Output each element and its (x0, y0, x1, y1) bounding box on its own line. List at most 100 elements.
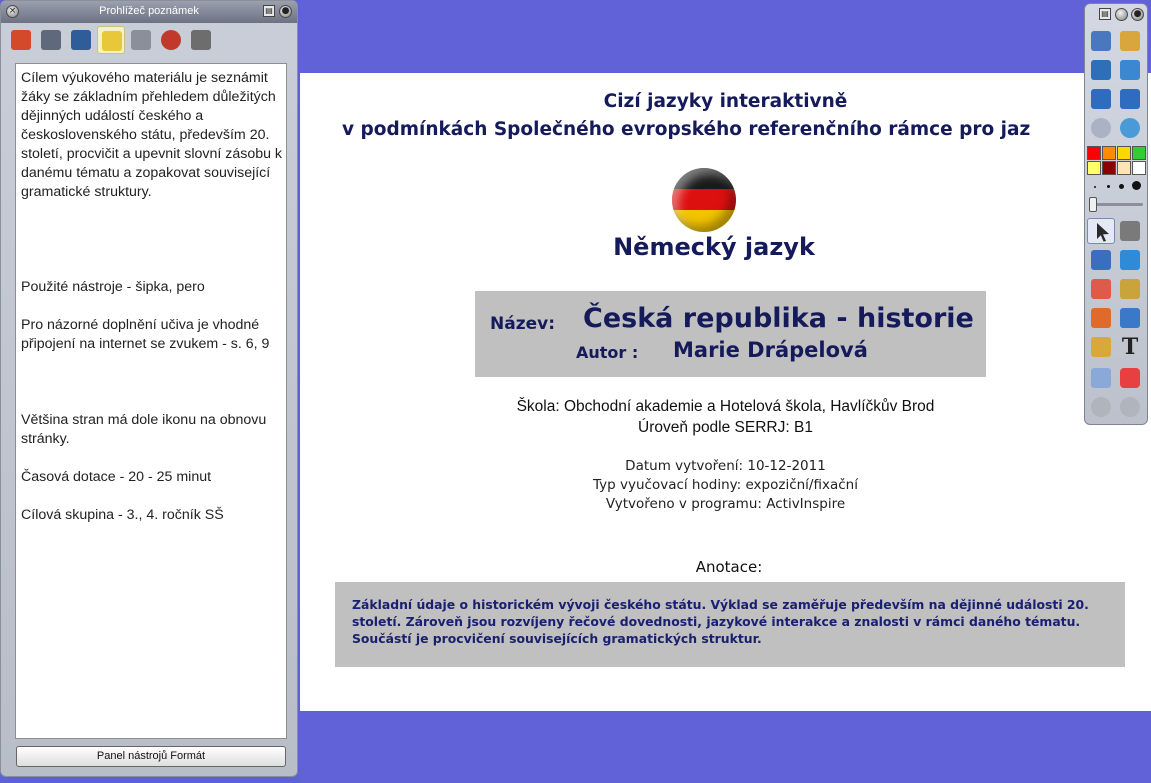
slide-title-line2: v podmínkách Společného evropského refer… (342, 119, 1031, 140)
reset-page-icon (1120, 368, 1140, 388)
fill-tool-button[interactable] (1116, 276, 1144, 302)
color-swatch-green[interactable] (1132, 146, 1146, 160)
connector-tool-button[interactable] (1116, 305, 1144, 331)
shape-icon (1091, 308, 1111, 328)
width-dot-2[interactable] (1107, 185, 1110, 188)
width-slider[interactable] (1089, 203, 1143, 206)
annotation-line1: Základní údaje o historickém vývoji česk… (352, 597, 1089, 612)
language-heading: Německý jazyk (613, 233, 815, 261)
name-label: Název: (490, 314, 556, 334)
select-tool-button[interactable] (1087, 218, 1115, 244)
color-swatch-peach[interactable] (1117, 161, 1131, 175)
slide-title-line1: Cizí jazyky interaktivně (603, 91, 848, 112)
author-value: Marie Drápelová (673, 338, 868, 362)
pin-icon[interactable]: ● (279, 5, 292, 18)
notes-time-text: Časová dotace - 20 - 25 minut (21, 469, 212, 485)
color-swatch-orange[interactable] (1102, 146, 1116, 160)
school-line: Škola: Obchodní akademie a Hotelová škol… (516, 398, 935, 415)
redo-button[interactable] (1116, 394, 1144, 420)
next-page-button[interactable] (1116, 86, 1144, 112)
width-slider-handle[interactable] (1089, 197, 1097, 212)
annotation-line3: Součástí je procvičení souvisejících gra… (352, 631, 762, 646)
text-tool-button[interactable]: T (1116, 334, 1144, 360)
color-swatch-light-yellow[interactable] (1087, 161, 1101, 175)
magic-tool-button[interactable] (1116, 218, 1144, 244)
color-swatch-dark-red[interactable] (1102, 161, 1116, 175)
lesson-type-line: Typ vyučovací hodiny: expoziční/fixační (593, 477, 858, 493)
eraser-tool-button[interactable] (1087, 276, 1115, 302)
notes-browser-titlebar[interactable]: × Prohlížeč poznámek ▤ ● (1, 1, 297, 23)
flipchart-slide[interactable]: Cizí jazyky interaktivně v podmínkách Sp… (300, 0, 1151, 783)
created-date-line: Datum vytvoření: 10-12-2011 (625, 458, 826, 474)
handwriting-button[interactable] (1087, 57, 1115, 83)
play-icon (1091, 118, 1111, 138)
select-arrow-icon (1097, 223, 1109, 242)
width-dot-4[interactable] (1132, 181, 1141, 190)
page-browser-button[interactable] (1087, 28, 1115, 54)
play-button[interactable] (1087, 115, 1115, 141)
text-icon: T (1121, 334, 1139, 360)
color-swatch-yellow[interactable] (1117, 146, 1131, 160)
connector-icon (1120, 308, 1140, 328)
tab-objects[interactable] (67, 26, 95, 54)
annotation-line2: století. Zároveň jsou rozvíjeny řečové d… (352, 614, 1081, 629)
highlighter-tool-button[interactable] (1116, 247, 1144, 273)
annotation-title: Anotace: (695, 558, 763, 576)
highlighter-icon (1120, 250, 1140, 270)
actions-icon (161, 30, 181, 50)
redo-icon (1120, 397, 1140, 417)
undo-icon (1091, 397, 1111, 417)
clear-tool-button[interactable] (1087, 365, 1115, 391)
tab-actions[interactable] (157, 26, 185, 54)
pen-tool-button[interactable] (1087, 247, 1115, 273)
toolbox-pin-icon[interactable]: ● (1131, 8, 1144, 21)
camera-tool-button[interactable] (1087, 334, 1115, 360)
resources-icon (41, 30, 61, 50)
camera-icon (1091, 337, 1111, 357)
resource-browser-button[interactable] (1116, 28, 1144, 54)
tab-properties[interactable] (127, 26, 155, 54)
eraser-icon (1091, 279, 1111, 299)
width-dot-1[interactable] (1094, 186, 1096, 188)
voting-icon (191, 30, 211, 50)
globe-button[interactable] (1116, 115, 1144, 141)
width-dot-3[interactable] (1119, 184, 1124, 189)
notes-browser-panel: × Prohlížeč poznámek ▤ ● Cílem výukového… (0, 0, 298, 777)
pages-icon (11, 30, 31, 50)
tools-icon (1120, 60, 1140, 80)
menu-icon[interactable]: ▤ (263, 5, 275, 17)
notes-tools-text: Použité nástroje - šipka, pero (21, 279, 205, 295)
toolbox-menu-icon[interactable]: ▤ (1099, 8, 1111, 20)
level-line: Úroveň podle SERRJ: B1 (638, 419, 813, 436)
notes-internet-text: Pro názorné doplnění učiva je vhodné při… (21, 317, 270, 352)
color-swatch-red[interactable] (1087, 146, 1101, 160)
notes-icon (102, 31, 122, 51)
shape-tool-button[interactable] (1087, 305, 1115, 331)
resource-browser-icon (1120, 31, 1140, 51)
main-toolbox: ▤ ● T (1084, 3, 1148, 425)
annotation-box: Základní údaje o historickém vývoji česk… (335, 582, 1125, 667)
tab-pages[interactable] (7, 26, 35, 54)
program-line: Vytvořeno v programu: ActivInspire (605, 496, 846, 512)
undo-button[interactable] (1087, 394, 1115, 420)
color-swatch-white[interactable] (1132, 161, 1146, 175)
tab-voting[interactable] (187, 26, 215, 54)
tools-button[interactable] (1116, 57, 1144, 83)
author-label: Autor : (576, 343, 639, 362)
previous-page-icon (1091, 89, 1111, 109)
tab-notes[interactable] (97, 26, 125, 54)
tab-resources[interactable] (37, 26, 65, 54)
toolbox-minimize-icon[interactable] (1115, 8, 1128, 21)
pen-icon (1091, 250, 1111, 270)
previous-page-button[interactable] (1087, 86, 1115, 112)
magic-tool-icon (1120, 221, 1140, 241)
page-browser-icon (1091, 31, 1111, 51)
notes-text-area[interactable]: Cílem výukového materiálu je seznámit žá… (15, 63, 287, 739)
name-value: Česká republika - historie (583, 303, 974, 334)
objects-icon (71, 30, 91, 50)
next-page-icon (1120, 89, 1140, 109)
globe-icon (1120, 118, 1140, 138)
reset-page-button[interactable] (1116, 365, 1144, 391)
clear-icon (1091, 368, 1111, 388)
format-toolbar-button[interactable]: Panel nástrojů Formát (16, 746, 286, 767)
